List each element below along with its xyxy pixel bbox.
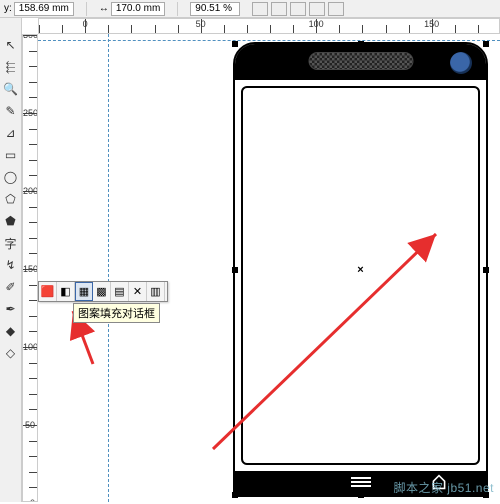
fill-tool[interactable]: ◆ — [2, 322, 20, 340]
sel-handle-s[interactable] — [358, 492, 364, 498]
pattern-fill-button[interactable]: ▦ — [75, 282, 93, 301]
rotate-left-icon[interactable] — [252, 2, 268, 16]
pick-tool[interactable]: ↖ — [2, 36, 20, 54]
align-icon[interactable] — [309, 2, 325, 16]
interactive-blend-tool[interactable]: ↯ — [2, 256, 20, 274]
eyedropper-tool[interactable]: ✐ — [2, 278, 20, 296]
distribute-icon[interactable] — [328, 2, 344, 16]
property-bar: y: 158.69 mm ↔ 170.0 mm 90.51 % — [0, 0, 500, 18]
zoom-value[interactable]: 90.51 % — [190, 2, 240, 16]
y-value[interactable]: 158.69 mm — [14, 2, 74, 16]
polygon-tool[interactable]: ⬠ — [2, 190, 20, 208]
sel-handle-ne[interactable] — [483, 41, 489, 47]
vertical-guide[interactable] — [108, 34, 109, 502]
sel-handle-w[interactable] — [232, 267, 238, 273]
sel-handle-n[interactable] — [358, 41, 364, 47]
horizontal-ruler[interactable]: 050100150 — [38, 18, 500, 34]
fountain-fill-button[interactable]: ◧ — [57, 282, 75, 301]
text-tool[interactable]: 字 — [2, 234, 20, 252]
toolbox: ↖ ⬱ 🔍 ✎ ⊿ ▭ ◯ ⬠ ⬟ 字 ↯ ✐ ✒ ◆ ◇ — [0, 18, 22, 502]
phone-top-bezel — [235, 44, 486, 80]
horizontal-guide[interactable] — [38, 40, 500, 41]
tooltip: 图案填充对话框 — [73, 303, 160, 323]
front-camera-icon — [450, 52, 472, 74]
no-fill-button[interactable]: ✕ — [129, 282, 147, 301]
rectangle-tool[interactable]: ▭ — [2, 146, 20, 164]
width-label: ↔ — [99, 3, 109, 14]
watermark: 脚本之家 jb51.net — [393, 479, 494, 496]
mirror-h-icon[interactable] — [290, 2, 306, 16]
rotate-right-icon[interactable] — [271, 2, 287, 16]
selection-center-icon: × — [357, 264, 363, 276]
y-label: y: — [4, 3, 12, 14]
ellipse-tool[interactable]: ◯ — [2, 168, 20, 186]
drawing-canvas[interactable]: × — [38, 34, 500, 502]
vertical-ruler[interactable]: 050100150200250300 — [22, 34, 38, 502]
sel-handle-e[interactable] — [483, 267, 489, 273]
sel-handle-nw[interactable] — [232, 41, 238, 47]
interactive-fill-tool[interactable]: ◇ — [2, 344, 20, 362]
outline-tool[interactable]: ✒ — [2, 300, 20, 318]
postscript-fill-button[interactable]: ▤ — [111, 282, 129, 301]
freehand-tool[interactable]: ✎ — [2, 102, 20, 120]
smart-drawing-tool[interactable]: ⊿ — [2, 124, 20, 142]
phone-object[interactable]: × — [233, 42, 488, 497]
texture-fill-button[interactable]: ▩ — [93, 282, 111, 301]
sel-handle-sw[interactable] — [232, 492, 238, 498]
basic-shapes-tool[interactable]: ⬟ — [2, 212, 20, 230]
width-value[interactable]: 170.0 mm — [111, 2, 165, 16]
speaker-grille-icon — [308, 52, 413, 70]
transform-icons — [252, 2, 344, 16]
phone-screen-rect — [241, 86, 480, 465]
menu-icon — [351, 477, 371, 487]
shape-tool[interactable]: ⬱ — [2, 58, 20, 76]
uniform-fill-button[interactable]: 🟥 — [39, 282, 57, 301]
color-docker-button[interactable]: ▥ — [147, 282, 165, 301]
zoom-tool[interactable]: 🔍 — [2, 80, 20, 98]
fill-flyout[interactable]: 🟥◧▦▩▤✕▥ — [38, 281, 168, 302]
